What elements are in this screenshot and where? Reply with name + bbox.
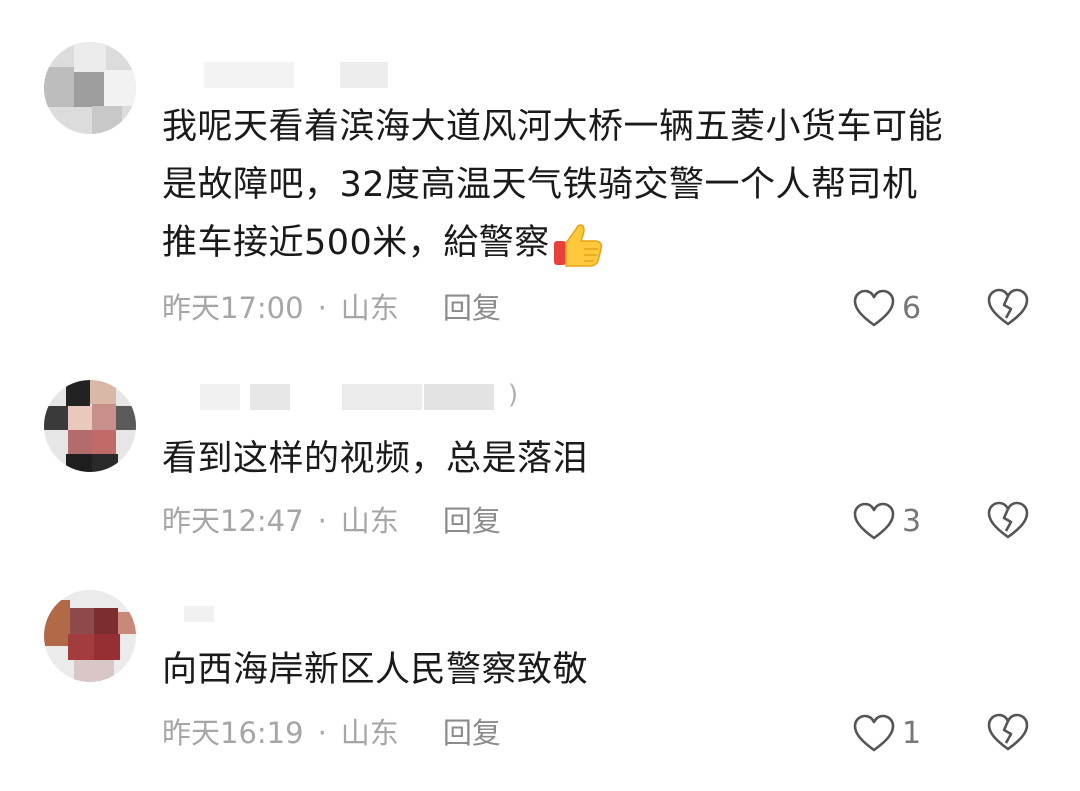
comment-text: 向西海岸新区人民警察致敬 xyxy=(162,641,1042,699)
comment-list: 我呢天看着滨海大道风河大桥一辆五菱小货车可能 是故障吧，32度高温天气铁骑交警一… xyxy=(0,0,1080,791)
like-count: 3 xyxy=(902,503,922,539)
meta-separator: · xyxy=(317,504,327,538)
like-button[interactable]: 6 xyxy=(852,286,921,330)
dislike-button[interactable] xyxy=(986,500,1030,544)
username-masked[interactable] xyxy=(162,62,522,92)
meta-separator: · xyxy=(317,291,327,325)
comment-text: 看到这样的视频，总是落泪 xyxy=(162,430,1042,488)
comment-time: 昨天16:19 xyxy=(162,716,304,750)
comment-text-line: 向西海岸新区人民警察致敬 xyxy=(162,650,589,690)
like-count: 1 xyxy=(902,715,922,751)
dislike-button[interactable] xyxy=(986,712,1030,756)
reply-button[interactable]: 回复 xyxy=(443,504,501,538)
comment-text-line: 我呢天看着滨海大道风河大桥一辆五菱小货车可能 xyxy=(162,107,944,147)
comment-text-line: 推车接近500米，給警察 xyxy=(162,214,1042,272)
thumbs-up-icon xyxy=(552,221,606,267)
comment-text-segment: 推车接近500米，給警察 xyxy=(162,223,550,263)
avatar[interactable] xyxy=(44,42,136,134)
heart-icon xyxy=(852,288,896,328)
meta-separator: · xyxy=(317,716,327,750)
comment-meta: 昨天12:47 · 山东 回复 xyxy=(162,501,501,541)
dislike-button[interactable] xyxy=(986,287,1030,331)
comment-location: 山东 xyxy=(340,716,399,750)
avatar[interactable] xyxy=(44,590,136,682)
comment-text-line: 是故障吧，32度高温天气铁骑交警一个人帮司机 xyxy=(162,165,918,205)
username-masked[interactable]: ) xyxy=(162,380,522,414)
reply-button[interactable]: 回复 xyxy=(443,291,501,325)
broken-heart-icon xyxy=(986,288,1030,331)
comment-text-line: 看到这样的视频，总是落泪 xyxy=(162,439,589,479)
heart-icon xyxy=(852,713,896,753)
comment-meta: 昨天16:19 · 山东 回复 xyxy=(162,713,501,753)
username-masked[interactable] xyxy=(162,606,522,636)
comment-time: 昨天12:47 xyxy=(162,504,304,538)
comment-location: 山东 xyxy=(340,291,399,325)
comment-text: 我呢天看着滨海大道风河大桥一辆五菱小货车可能 是故障吧，32度高温天气铁骑交警一… xyxy=(162,98,1042,272)
comment-location: 山东 xyxy=(340,504,399,538)
comment-meta: 昨天17:00 · 山东 回复 xyxy=(162,288,501,328)
broken-heart-icon xyxy=(986,713,1030,756)
like-button[interactable]: 3 xyxy=(852,499,921,543)
avatar[interactable] xyxy=(44,380,136,472)
like-count: 6 xyxy=(902,290,922,326)
heart-icon xyxy=(852,501,896,541)
comment-time: 昨天17:00 xyxy=(162,291,304,325)
reply-button[interactable]: 回复 xyxy=(443,716,501,750)
broken-heart-icon xyxy=(986,501,1030,544)
username-suffix: ) xyxy=(508,380,519,410)
like-button[interactable]: 1 xyxy=(852,711,921,755)
